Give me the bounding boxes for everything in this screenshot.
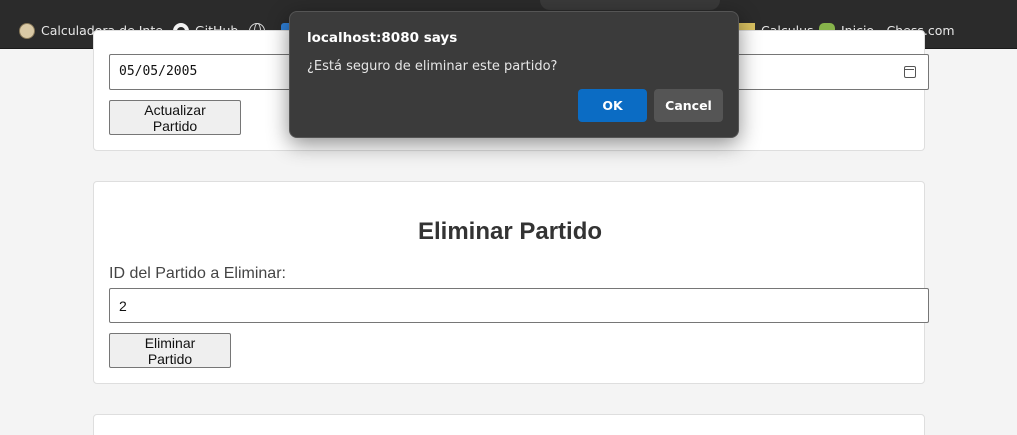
update-match-button[interactable]: Actualizar Partido: [109, 100, 241, 135]
delete-match-button[interactable]: Eliminar Partido: [109, 333, 231, 368]
confirm-dialog: localhost:8080 says ¿Está seguro de elim…: [289, 11, 739, 138]
delete-match-card: Eliminar Partido ID del Partido a Elimin…: [93, 181, 929, 384]
date-value: 05/05/2005: [119, 64, 198, 79]
address-bar[interactable]: [540, 0, 720, 10]
match-id-label: ID del Partido a Eliminar:: [109, 265, 286, 282]
calculator-icon: [19, 22, 35, 39]
calendar-icon[interactable]: [904, 66, 916, 78]
dialog-title: localhost:8080 says: [307, 30, 458, 46]
ok-button[interactable]: OK: [578, 89, 647, 122]
cancel-button[interactable]: Cancel: [654, 89, 723, 122]
next-card: [93, 414, 925, 435]
dialog-message: ¿Está seguro de eliminar este partido?: [307, 59, 558, 74]
section-title: Eliminar Partido: [417, 218, 603, 245]
match-id-input[interactable]: [109, 288, 929, 323]
